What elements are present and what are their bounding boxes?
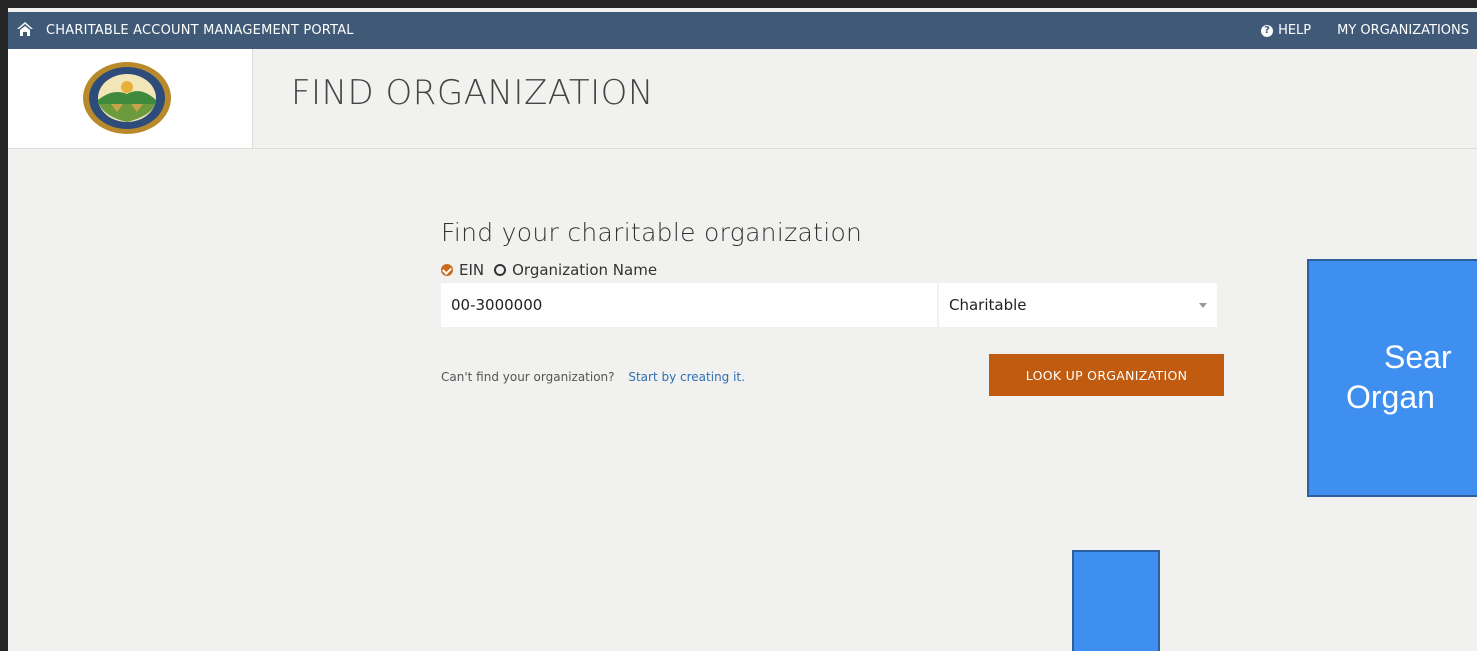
radio-organization-name[interactable]: Organization Name <box>494 261 657 279</box>
help-label: HELP <box>1278 23 1312 38</box>
logo-area <box>8 49 253 148</box>
portal-window: CHARITABLE ACCOUNT MANAGEMENT PORTAL ? H… <box>8 8 1477 651</box>
organization-type-value: Charitable <box>949 296 1027 314</box>
callout-line-2: Organ <box>1346 379 1435 415</box>
attorney-general-seal-logo <box>83 62 171 134</box>
search-by-radio-group: EIN Organization Name <box>441 261 1217 279</box>
page-header: FIND ORGANIZATION <box>8 49 1477 149</box>
unchecked-radio-icon <box>494 264 507 276</box>
radio-ein-label: EIN <box>459 261 485 279</box>
annotation-callout-box: Sear Organ <box>1307 259 1477 497</box>
top-navigation-bar: CHARITABLE ACCOUNT MANAGEMENT PORTAL ? H… <box>8 12 1477 49</box>
chevron-down-icon <box>1199 303 1207 308</box>
radio-ein[interactable]: EIN <box>441 261 484 279</box>
page-title: FIND ORGANIZATION <box>291 73 654 113</box>
my-organizations-link[interactable]: MY ORGANIZATIONS <box>1337 23 1469 38</box>
help-link[interactable]: ? HELP <box>1261 23 1311 38</box>
find-organization-form: Find your charitable organization EIN Or… <box>441 218 1224 396</box>
look-up-organization-button[interactable]: LOOK UP ORGANIZATION <box>989 354 1224 396</box>
ein-input[interactable] <box>441 283 937 327</box>
cant-find-text: Can't find your organization? Start by c… <box>441 370 745 384</box>
checked-radio-icon <box>441 264 453 276</box>
home-icon <box>16 21 34 41</box>
radio-org-name-label: Organization Name <box>512 261 658 279</box>
form-heading: Find your charitable organization <box>441 218 863 247</box>
home-link[interactable]: CHARITABLE ACCOUNT MANAGEMENT PORTAL <box>16 12 354 49</box>
portal-title: CHARITABLE ACCOUNT MANAGEMENT PORTAL <box>46 23 354 38</box>
help-icon: ? <box>1261 24 1274 37</box>
annotation-block <box>1072 550 1160 651</box>
create-organization-link[interactable]: Start by creating it. <box>628 370 745 384</box>
cant-find-message: Can't find your organization? <box>441 370 615 384</box>
organization-type-select[interactable]: Charitable <box>939 283 1217 327</box>
callout-line-1: Sear <box>1384 339 1452 375</box>
